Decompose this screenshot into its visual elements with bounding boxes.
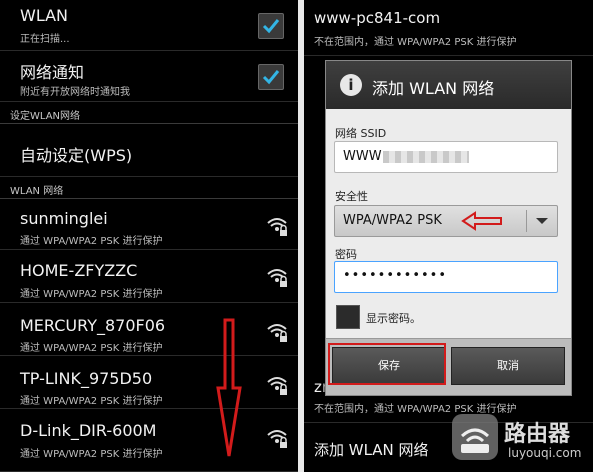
wifi-locked-icon	[267, 269, 287, 287]
ssid-input[interactable]: WWW	[334, 141, 558, 173]
router-logo-badge	[452, 414, 498, 460]
security-value: WPA/WPA2 PSK	[343, 213, 442, 228]
left-arrow-annotation	[461, 211, 502, 231]
network-security: 通过 WPA/WPA2 PSK 进行保护	[20, 396, 163, 407]
network-notify-desc: 附近有开放网络时通知我	[20, 87, 130, 98]
info-icon: i	[340, 74, 362, 96]
ssid-label: 网络 SSID	[335, 127, 387, 140]
network-security: 通过 WPA/WPA2 PSK 进行保护	[20, 343, 163, 354]
network-ssid: TP-LINK_975D50	[20, 369, 153, 388]
router-logo: 路由器 luyouqi.com	[452, 410, 593, 472]
dialog-title: 添加 WLAN 网络	[372, 79, 495, 98]
section-networks-label: WLAN 网络	[10, 186, 64, 197]
wlan-title: WLAN	[20, 6, 69, 25]
wifi-locked-icon	[267, 430, 287, 448]
section-header-networks: WLAN 网络	[0, 178, 298, 199]
network-security: 通过 WPA/WPA2 PSK 进行保护	[20, 449, 163, 460]
network-ssid: D-Link_DIR-600M	[20, 421, 157, 440]
add-network-label: 添加 WLAN 网络	[314, 441, 429, 459]
check-icon	[262, 70, 280, 85]
section-header-setup: 设定WLAN网络	[0, 103, 298, 124]
dropdown-divider	[526, 210, 527, 232]
wifi-settings-panel: WLAN 正在扫描... 网络通知 附近有开放网络时通知我 设定WLAN网络 自…	[0, 0, 298, 472]
cancel-button[interactable]: 取消	[451, 347, 565, 385]
network-status: 不在范围内，通过 WPA/WPA2 PSK 进行保护	[314, 37, 517, 48]
wifi-locked-icon	[267, 324, 287, 342]
network-item[interactable]: HOME-ZFYZZC 通过 WPA/WPA2 PSK 进行保护	[0, 250, 298, 303]
ssid-value: WWW	[343, 149, 382, 164]
wlan-toggle-row[interactable]: WLAN 正在扫描...	[0, 0, 298, 51]
security-dropdown[interactable]: WPA/WPA2 PSK	[334, 205, 558, 237]
network-notify-title: 网络通知	[20, 63, 85, 82]
check-icon	[262, 19, 280, 34]
password-value: ••••••••••••	[343, 268, 448, 283]
wifi-locked-icon	[267, 377, 287, 395]
network-security: 通过 WPA/WPA2 PSK 进行保护	[20, 289, 163, 300]
network-item[interactable]: sunminglei 通过 WPA/WPA2 PSK 进行保护	[0, 199, 298, 250]
router-wifi-icon	[460, 428, 490, 453]
wlan-checkbox[interactable]	[258, 13, 284, 39]
ssid-redacted	[383, 151, 469, 163]
network-security: 通过 WPA/WPA2 PSK 进行保护	[20, 236, 163, 247]
wlan-status: 正在扫描...	[20, 34, 70, 45]
password-input[interactable]: ••••••••••••	[334, 261, 558, 293]
down-arrow-annotation	[216, 318, 242, 457]
network-item[interactable]: D-Link_DIR-600M 通过 WPA/WPA2 PSK 进行保护	[0, 409, 298, 472]
show-password-checkbox[interactable]	[336, 305, 360, 329]
network-ssid: www-pc841-com	[314, 9, 441, 27]
add-network-dialog: i 添加 WLAN 网络 网络 SSID WWW 安全性 WPA/WPA2 PS…	[325, 60, 572, 396]
network-notify-checkbox[interactable]	[258, 64, 284, 90]
logo-title: 路由器	[504, 422, 571, 447]
password-label: 密码	[335, 248, 357, 261]
section-setup-label: 设定WLAN网络	[10, 111, 81, 122]
show-password-label: 显示密码。	[366, 312, 421, 325]
logo-site: luyouqi.com	[508, 446, 582, 460]
wps-row[interactable]: 自动设定(WPS)	[0, 124, 298, 177]
wifi-locked-icon	[267, 218, 287, 236]
network-ssid: MERCURY_870F06	[20, 316, 166, 335]
network-notify-row[interactable]: 网络通知 附近有开放网络时通知我	[0, 51, 298, 102]
network-item[interactable]: www-pc841-com 不在范围内，通过 WPA/WPA2 PSK 进行保护	[304, 0, 593, 56]
dialog-header: i 添加 WLAN 网络	[326, 61, 571, 109]
network-item[interactable]: TP-LINK_975D50 通过 WPA/WPA2 PSK 进行保护	[0, 356, 298, 409]
chevron-down-icon	[536, 218, 548, 224]
network-ssid: HOME-ZFYZZC	[20, 261, 138, 280]
wps-label: 自动设定(WPS)	[20, 146, 133, 165]
network-item[interactable]: MERCURY_870F06 通过 WPA/WPA2 PSK 进行保护	[0, 303, 298, 356]
dialog-button-bar: 保存 取消	[326, 338, 571, 395]
save-highlight-annotation	[328, 343, 446, 385]
network-ssid: sunminglei	[20, 209, 108, 228]
security-label: 安全性	[335, 190, 368, 203]
